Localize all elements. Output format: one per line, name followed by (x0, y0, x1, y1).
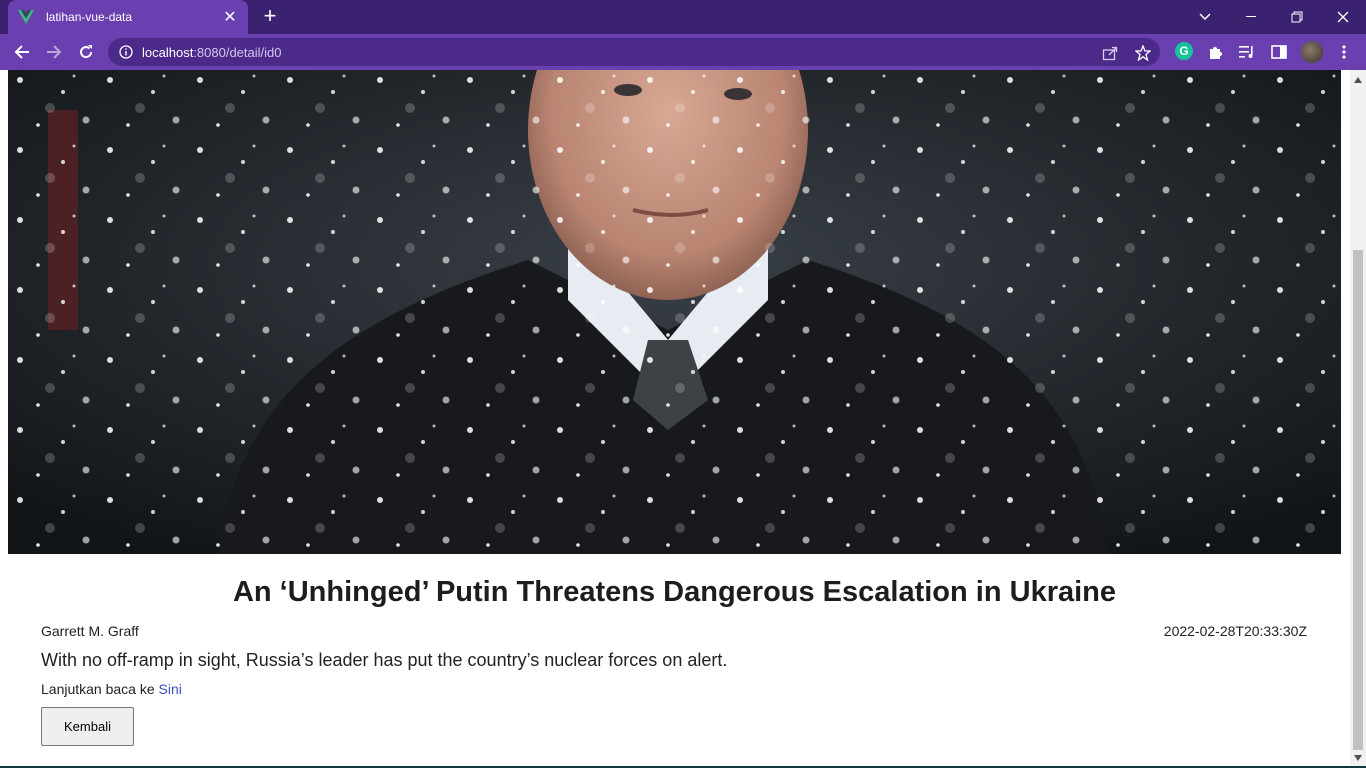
grammarly-extension-icon[interactable]: G (1175, 42, 1193, 60)
browser-toolbar: localhost:8080/detail/id0 G (0, 34, 1366, 70)
article-author: Garrett M. Graff (41, 623, 139, 639)
side-panel-icon[interactable] (1269, 42, 1289, 62)
url-path: :8080/detail/id0 (193, 44, 282, 60)
new-tab-button[interactable]: + (258, 5, 282, 29)
share-icon[interactable] (1101, 44, 1119, 62)
reload-icon[interactable] (73, 39, 99, 65)
page-scrollbar[interactable] (1350, 70, 1366, 768)
forward-arrow-icon[interactable] (41, 39, 67, 65)
article-image (8, 70, 1341, 554)
scroll-thumb[interactable] (1353, 250, 1363, 750)
minimize-icon[interactable] (1228, 0, 1274, 34)
back-arrow-icon[interactable] (9, 39, 35, 65)
tab-strip: latihan-vue-data ✕ + (0, 0, 1366, 34)
url-host: localhost (142, 44, 194, 60)
article-photo (8, 70, 1341, 554)
read-more-link[interactable]: Sini (159, 681, 182, 697)
address-bar[interactable]: localhost:8080/detail/id0 (108, 38, 1160, 66)
media-queue-icon[interactable] (1237, 42, 1257, 62)
restore-icon[interactable] (1274, 0, 1320, 34)
scroll-up-arrow-icon[interactable] (1350, 72, 1366, 88)
active-tab[interactable]: latihan-vue-data ✕ (8, 0, 248, 34)
page-viewport: An ‘Unhinged’ Putin Threatens Dangerous … (0, 70, 1350, 768)
read-more-line: Lanjutkan baca ke Sini (41, 681, 182, 697)
tab-search-icon[interactable] (1182, 0, 1228, 34)
article-title: An ‘Unhinged’ Putin Threatens Dangerous … (232, 576, 1117, 608)
scroll-down-arrow-icon[interactable] (1350, 750, 1366, 766)
vue-logo-icon (18, 9, 34, 25)
profile-avatar[interactable] (1301, 41, 1323, 63)
back-button[interactable]: Kembali (41, 707, 134, 746)
article-published-at: 2022-02-28T20:33:30Z (1163, 623, 1307, 639)
site-info-icon[interactable] (118, 44, 134, 60)
close-tab-icon[interactable]: ✕ (222, 7, 238, 27)
extensions-puzzle-icon[interactable] (1206, 42, 1226, 62)
close-window-icon[interactable] (1320, 0, 1366, 34)
article-description: With no off-ramp in sight, Russia’s lead… (41, 650, 728, 670)
bookmark-star-icon[interactable] (1134, 44, 1152, 62)
kebab-menu-icon[interactable] (1334, 42, 1354, 62)
read-more-prefix: Lanjutkan baca ke (41, 681, 159, 697)
tab-title: latihan-vue-data (46, 10, 133, 24)
